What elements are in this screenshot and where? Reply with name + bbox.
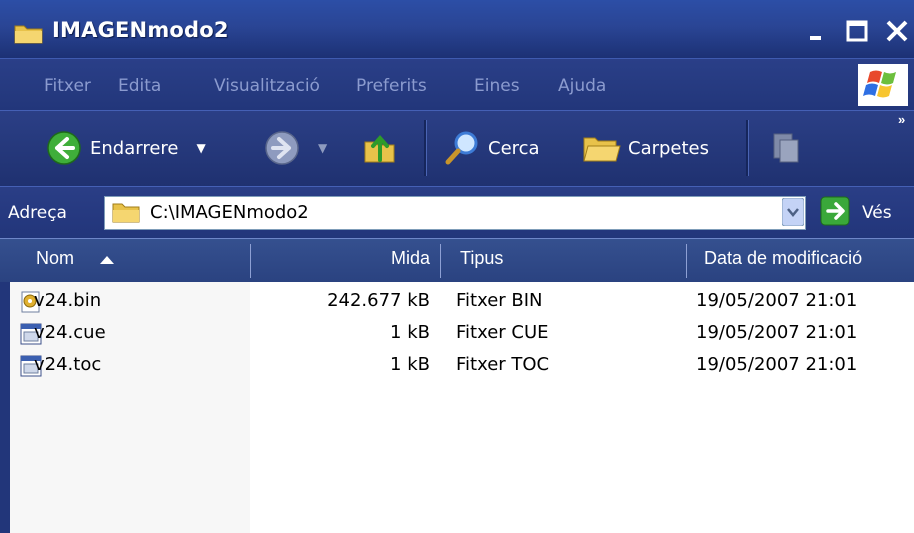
folders-icon <box>583 137 621 162</box>
column-header-modified[interactable]: Data de modificació <box>704 248 862 269</box>
column-divider[interactable] <box>686 244 687 278</box>
file-modified: 19/05/2007 21:01 <box>696 354 858 375</box>
list-item[interactable]: v24.bin 242.677 kB Fitxer BIN 19/05/2007… <box>10 290 910 316</box>
file-modified: 19/05/2007 21:01 <box>696 290 858 311</box>
column-divider[interactable] <box>440 244 441 278</box>
address-label: Adreça <box>8 203 67 223</box>
forward-dropdown-icon[interactable]: ▼ <box>318 141 327 155</box>
toolbar-separator <box>746 120 749 176</box>
file-name[interactable]: v24.toc <box>34 354 101 375</box>
file-type: Fitxer BIN <box>456 290 543 311</box>
search-icon <box>445 131 478 165</box>
menu-edit[interactable]: Edita <box>118 76 161 96</box>
file-modified: 19/05/2007 21:01 <box>696 322 858 343</box>
file-size: 242.677 kB <box>327 290 430 311</box>
explorer-window: IMAGENmodo2 Fitxer Edita Visualització P… <box>0 0 914 533</box>
back-dropdown-icon[interactable]: ▼ <box>196 141 205 155</box>
menu-view[interactable]: Visualització <box>214 76 320 96</box>
column-header-type[interactable]: Tipus <box>460 248 503 269</box>
search-label: Cerca <box>488 137 540 159</box>
file-size: 1 kB <box>390 322 430 343</box>
minimize-button[interactable] <box>798 14 832 48</box>
maximize-button[interactable] <box>840 14 874 48</box>
sorted-column-highlight <box>10 282 250 533</box>
menu-tools[interactable]: Eines <box>474 76 520 96</box>
folders-label: Carpetes <box>628 137 710 159</box>
file-type: Fitxer TOC <box>456 354 550 375</box>
folder-icon <box>112 203 140 223</box>
close-button[interactable] <box>880 14 914 48</box>
window-title: IMAGENmodo2 <box>52 18 229 42</box>
file-name[interactable]: v24.bin <box>34 290 101 311</box>
views-icon[interactable] <box>768 130 804 166</box>
back-button[interactable]: Endarrere ▼ <box>46 130 206 166</box>
windows-logo-icon <box>858 64 908 106</box>
list-item[interactable]: v24.toc 1 kB Fitxer TOC 19/05/2007 21:01 <box>10 354 910 380</box>
toolbar-overflow-icon[interactable]: » <box>898 112 905 127</box>
address-dropdown-icon[interactable] <box>782 198 804 226</box>
file-size: 1 kB <box>390 354 430 375</box>
sort-ascending-icon <box>100 256 114 264</box>
back-arrow-icon <box>47 131 81 165</box>
file-type: Fitxer CUE <box>456 322 549 343</box>
column-header-size[interactable]: Mida <box>250 248 430 269</box>
go-arrow-icon[interactable] <box>820 196 850 226</box>
go-button[interactable]: Vés <box>862 203 892 223</box>
menu-file[interactable]: Fitxer <box>44 76 91 96</box>
search-button[interactable]: Cerca <box>444 130 540 166</box>
file-name[interactable]: v24.cue <box>34 322 106 343</box>
menu-help[interactable]: Ajuda <box>558 76 606 96</box>
menu-favorites[interactable]: Preferits <box>356 76 427 96</box>
up-folder-icon[interactable] <box>362 130 398 166</box>
forward-arrow-icon <box>265 131 299 165</box>
folders-button[interactable]: Carpetes <box>582 130 709 166</box>
window-left-border <box>0 282 10 533</box>
back-label: Endarrere <box>90 137 179 159</box>
column-header-name[interactable]: Nom <box>36 248 74 269</box>
forward-button[interactable]: ▼ <box>264 130 327 166</box>
list-item[interactable]: v24.cue 1 kB Fitxer CUE 19/05/2007 21:01 <box>10 322 910 348</box>
address-value[interactable]: C:\IMAGENmodo2 <box>150 202 309 223</box>
folder-icon <box>14 25 43 44</box>
toolbar-separator <box>424 120 427 176</box>
